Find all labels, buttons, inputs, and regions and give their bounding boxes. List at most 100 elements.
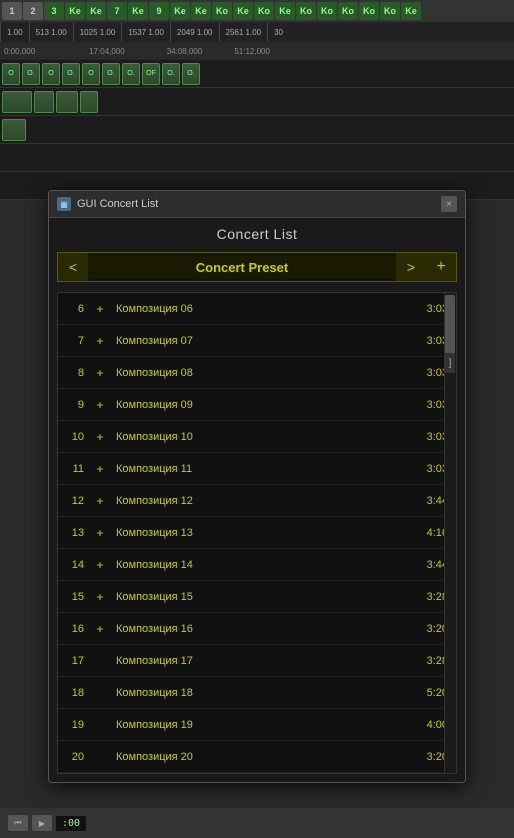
item-add-button[interactable]: + [90,302,110,316]
item-name-label: Композиция 16 [110,623,416,635]
modal-title-text: GUI Concert List [77,198,158,210]
preset-prev-button[interactable]: < [58,253,88,281]
preset-name-label: Concert Preset [88,256,396,279]
item-number: 7 [58,335,90,347]
time-display-row: 0:00,000 17:04,000 34:08,000 51:12,000 [0,42,274,60]
item-add-button[interactable]: + [90,430,110,444]
track-num-3: 3 [44,2,64,20]
clip: Ο. [162,63,180,85]
track-list-item[interactable]: 8+Композиция 083:03 [58,357,456,389]
modal-icon: ▦ [57,197,71,211]
preset-next-button[interactable]: > [396,253,426,281]
track-list-item[interactable]: 10+Композиция 103:03 [58,421,456,453]
item-add-button[interactable]: + [90,398,110,412]
track-num-9: 9 [149,2,169,20]
rewind-button[interactable]: ⏮ [8,815,28,831]
tracks-area: Ο Ο. Ο Ο. Ο Ο. Ο. ΟF Ο. Ο. [0,60,514,200]
preset-add-button[interactable]: + [426,253,456,281]
item-name-label: Композиция 08 [110,367,416,379]
item-number: 12 [58,495,90,507]
item-name-label: Композиция 20 [110,751,416,763]
item-number: 13 [58,527,90,539]
time-0: 0:00,000 [4,47,35,56]
item-name-label: Композиция 18 [110,687,416,699]
track-list-item[interactable]: 17Композиция 173:28 [58,645,456,677]
item-name-label: Композиция 07 [110,335,416,347]
item-add-button[interactable]: + [90,526,110,540]
scrollbar-track[interactable]: ] [444,293,456,773]
item-add-button[interactable]: + [90,366,110,380]
ruler-mark-2049: 2049 1.00 [170,22,219,42]
track-list-item[interactable]: 7+Композиция 073:03 [58,325,456,357]
clip [56,91,78,113]
item-name-label: Композиция 15 [110,591,416,603]
track-num-ke5: Ke [191,2,211,20]
track-num-1: 1 [2,2,22,20]
clip [80,91,98,113]
track-numbers-row: 1 2 3 Ke Ke 7 Ke 9 Ke Ke Ko Ke Ko Ke Ko … [0,0,514,22]
ruler-mark-1537: 1537 1.00 [121,22,170,42]
track-num-ke1: Ke [65,2,85,20]
item-name-label: Композиция 19 [110,719,416,731]
clip: Ο. [102,63,120,85]
clip: Ο. [182,63,200,85]
track-row-3 [0,116,514,144]
time-code-display: :00 [56,816,86,831]
clip: Ο [42,63,60,85]
item-number: 18 [58,687,90,699]
track-num-ke3: Ke [128,2,148,20]
track-list-item[interactable]: 9+Композиция 093:03 [58,389,456,421]
track-list-item[interactable]: 18Композиция 185:20 [58,677,456,709]
time-34: 34:08,000 [167,47,203,56]
item-add-button[interactable]: + [90,334,110,348]
track-num-ko1: Ko [212,2,232,20]
item-add-button[interactable]: + [90,590,110,604]
track-num-ke6: Ke [233,2,253,20]
item-number: 20 [58,751,90,763]
item-add-button[interactable]: + [90,558,110,572]
ruler-mark-1025: 1025 1.00 [73,22,122,42]
clip: Ο. [122,63,140,85]
track-num-ke4: Ke [170,2,190,20]
concert-list-heading: Concert List [49,218,465,252]
play-button[interactable]: ▶ [32,815,52,831]
track-num-ko7: Ko [380,2,400,20]
track-list-item[interactable]: 11+Композиция 113:03 [58,453,456,485]
track-list-item[interactable]: 14+Композиция 143:44 [58,549,456,581]
scrollbar-thumb[interactable] [445,295,455,355]
item-add-button[interactable]: + [90,494,110,508]
item-number: 16 [58,623,90,635]
ruler-mark-30: 30 [267,22,289,42]
item-add-button[interactable]: + [90,622,110,636]
track-list-item[interactable]: 13+Композиция 134:16 [58,517,456,549]
modal-title-left: ▦ GUI Concert List [57,197,158,211]
scrollbar-bracket: ] [445,353,455,373]
track-list-item[interactable]: 16+Композиция 163:20 [58,613,456,645]
clip: Ο. [22,63,40,85]
item-add-button[interactable]: + [90,462,110,476]
item-name-label: Композиция 17 [110,655,416,667]
item-name-label: Композиция 09 [110,399,416,411]
track-list-container: 6+Композиция 063:037+Композиция 073:038+… [57,292,457,774]
item-number: 11 [58,463,90,475]
item-name-label: Композиция 11 [110,463,416,475]
item-number: 14 [58,559,90,571]
track-list-item[interactable]: 15+Композиция 153:28 [58,581,456,613]
item-name-label: Композиция 13 [110,527,416,539]
track-num-ko5: Ko [338,2,358,20]
track-num-ke8: Ke [401,2,421,20]
item-name-label: Композиция 06 [110,303,416,315]
track-num-ke2: Ke [86,2,106,20]
track-num-2: 2 [23,2,43,20]
track-list-item[interactable]: 6+Композиция 063:03 [58,293,456,325]
ruler-mark-513: 513 1.00 [29,22,73,42]
track-row-1: Ο Ο. Ο Ο. Ο Ο. Ο. ΟF Ο. Ο. [0,60,514,88]
item-number: 19 [58,719,90,731]
item-number: 8 [58,367,90,379]
track-list-item[interactable]: 20Композиция 203:20 [58,741,456,773]
modal-close-button[interactable]: × [441,196,457,212]
track-num-ko4: Ko [317,2,337,20]
item-name-label: Композиция 10 [110,431,416,443]
track-list-item[interactable]: 19Композиция 194:00 [58,709,456,741]
track-list-item[interactable]: 12+Композиция 123:44 [58,485,456,517]
